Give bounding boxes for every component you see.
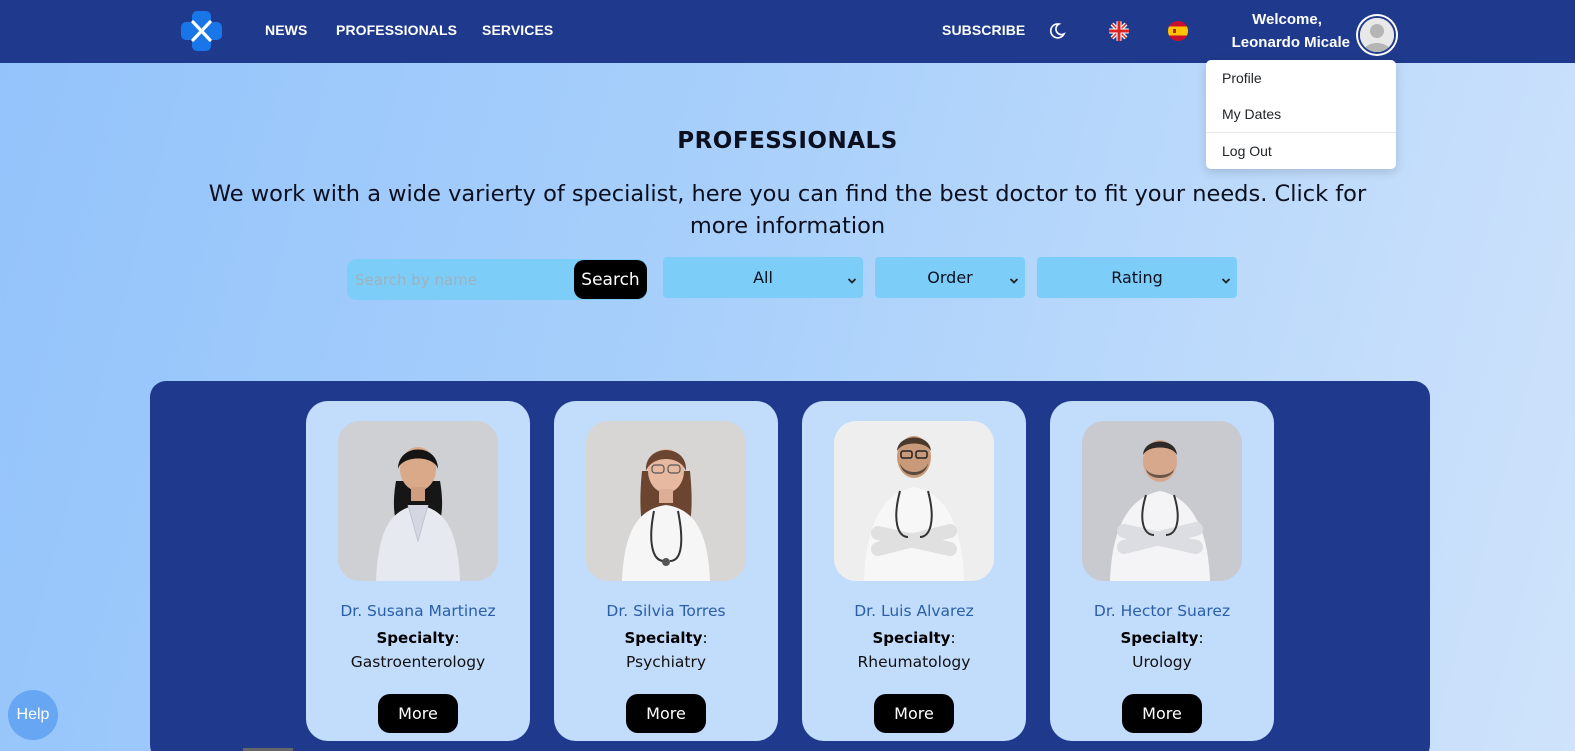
specialty-label: Specialty: — [1120, 629, 1204, 647]
user-avatar-icon[interactable] — [1358, 16, 1396, 54]
doctor-photo — [834, 421, 994, 581]
spain-flag-icon[interactable] — [1168, 21, 1188, 45]
welcome-greeting: Welcome, — [1252, 11, 1322, 28]
doctor-photo — [338, 421, 498, 581]
doctor-card[interactable]: Dr. Luis Alvarez Specialty: Rheumatology… — [802, 401, 1026, 741]
nav-link-news[interactable]: NEWS — [265, 22, 307, 38]
search-input[interactable] — [347, 259, 577, 300]
doctor-name[interactable]: Dr. Hector Suarez — [1050, 602, 1274, 620]
more-button[interactable]: More — [378, 694, 458, 733]
page-title: PROFESSIONALS — [677, 128, 898, 154]
doctor-name[interactable]: Dr. Susana Martinez — [306, 602, 530, 620]
page-subtitle: We work with a wide varierty of speciali… — [208, 181, 1367, 239]
help-button[interactable]: Help — [8, 690, 58, 740]
search-button[interactable]: Search — [574, 260, 647, 299]
search-bar: Search — [347, 259, 647, 300]
select-caret-icon — [1221, 271, 1231, 284]
doctor-card[interactable]: Dr. Susana Martinez Specialty: Gastroent… — [306, 401, 530, 741]
more-button[interactable]: More — [874, 694, 954, 733]
specialty-label: Specialty: — [872, 629, 956, 647]
doctor-specialty: Urology — [1132, 653, 1192, 671]
doctor-card[interactable]: Dr. Silvia Torres Specialty: Psychiatry … — [554, 401, 778, 741]
welcome-message: Welcome, Leonardo Micale — [1214, 8, 1350, 54]
more-button[interactable]: More — [1122, 694, 1202, 733]
nav-link-subscribe[interactable]: SUBSCRIBE — [942, 22, 1025, 38]
menu-item-profile[interactable]: Profile — [1222, 70, 1262, 86]
top-navbar: NEWS PROFESSIONALS SERVICES SUBSCRIBE We… — [0, 0, 1575, 63]
select-caret-icon — [847, 271, 857, 284]
specialty-label: Specialty: — [624, 629, 708, 647]
doctor-card[interactable]: Dr. Hector Suarez Specialty: Urology Mor… — [1050, 401, 1274, 741]
app-logo-icon[interactable] — [181, 11, 222, 51]
doctor-name[interactable]: Dr. Silvia Torres — [554, 602, 778, 620]
specialty-select-value: All — [753, 268, 773, 287]
select-caret-icon — [1009, 271, 1019, 284]
order-select[interactable]: Order — [875, 257, 1025, 298]
doctor-photo — [586, 421, 746, 581]
menu-item-my-dates[interactable]: My Dates — [1222, 106, 1281, 122]
doctor-specialty: Psychiatry — [625, 653, 707, 671]
nav-link-services[interactable]: SERVICES — [482, 22, 553, 38]
more-button[interactable]: More — [626, 694, 706, 733]
moon-icon[interactable] — [1048, 22, 1066, 44]
nav-link-professionals[interactable]: PROFESSIONALS — [336, 22, 457, 38]
order-select-value: Order — [927, 268, 973, 287]
rating-select[interactable]: Rating — [1037, 257, 1237, 298]
doctor-photo — [1082, 421, 1242, 581]
welcome-username: Leonardo Micale — [1231, 34, 1350, 51]
specialty-label: Specialty: — [376, 629, 460, 647]
doctor-name[interactable]: Dr. Luis Alvarez — [802, 602, 1026, 620]
doctor-specialty: Gastroenterology — [350, 653, 486, 671]
rating-select-value: Rating — [1111, 268, 1163, 287]
doctor-specialty: Rheumatology — [857, 653, 971, 671]
uk-flag-icon[interactable] — [1109, 21, 1129, 45]
specialty-select[interactable]: All — [663, 257, 863, 298]
